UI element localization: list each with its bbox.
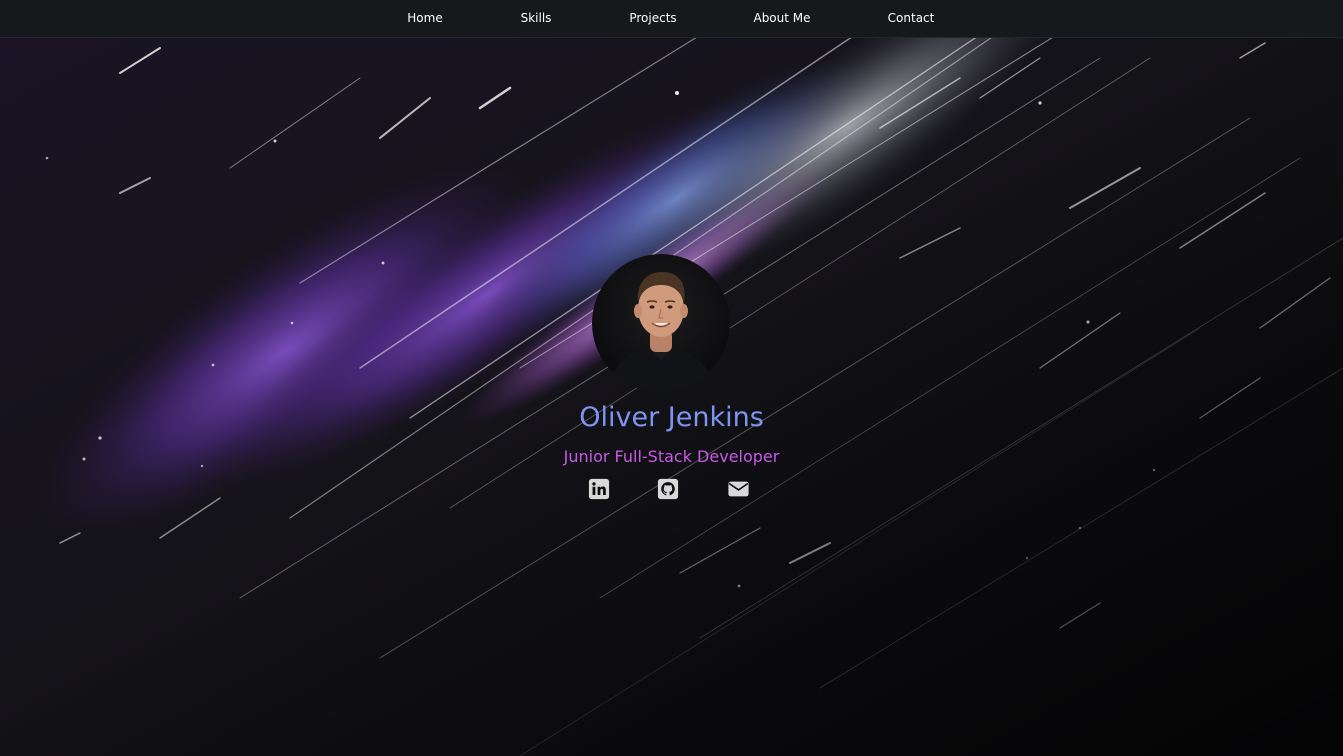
profile-role: Junior Full-Stack Developer [563,447,780,466]
nav-link-home[interactable]: Home [407,11,442,25]
nav-link-contact[interactable]: Contact [888,11,935,25]
linkedin-link[interactable] [588,478,612,502]
email-link[interactable] [727,478,751,502]
top-navbar: Home Skills Projects About Me Contact [0,0,1343,38]
github-icon [657,478,679,500]
profile-name: Oliver Jenkins [579,402,764,433]
github-link[interactable] [657,478,681,502]
nav-link-projects[interactable]: Projects [629,11,676,25]
hero-background-image [0,38,1343,756]
profile-avatar [592,254,730,392]
portrait-illustration [606,272,716,392]
linkedin-icon [588,478,610,500]
nav-link-about-me[interactable]: About Me [753,11,810,25]
envelope-icon [728,481,749,497]
nav-link-skills[interactable]: Skills [521,11,552,25]
page: Home Skills Projects About Me Contact Ol… [0,0,1343,756]
